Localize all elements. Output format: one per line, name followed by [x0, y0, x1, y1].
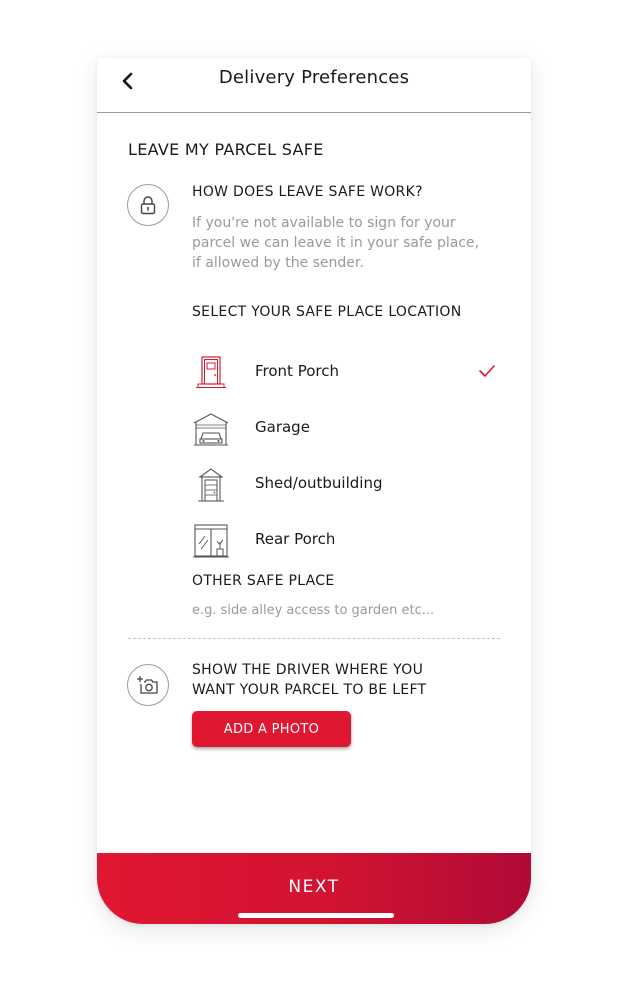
- add-photo-button[interactable]: ADD A PHOTO: [192, 711, 351, 747]
- phone-screen: Delivery Preferences LEAVE MY PARCEL SAF…: [97, 58, 531, 924]
- shed-icon: [198, 468, 224, 502]
- other-safe-place-input[interactable]: [192, 598, 502, 622]
- garage-icon: [193, 413, 229, 446]
- other-safe-place-heading: OTHER SAFE PLACE: [192, 573, 335, 589]
- location-label: Shed/outbuilding: [255, 474, 383, 492]
- location-option-rear-porch[interactable]: Rear Porch: [192, 520, 502, 560]
- lock-icon: [140, 196, 156, 215]
- add-photo-icon-circle: [127, 664, 169, 706]
- checkmark-icon: [479, 365, 495, 377]
- location-label: Garage: [255, 418, 310, 436]
- add-photo-icon: [137, 676, 158, 694]
- section-title: LEAVE MY PARCEL SAFE: [128, 140, 324, 159]
- location-label: Rear Porch: [255, 530, 336, 548]
- leave-safe-heading: HOW DOES LEAVE SAFE WORK?: [192, 184, 423, 200]
- location-option-garage[interactable]: Garage: [192, 408, 502, 448]
- select-location-heading: SELECT YOUR SAFE PLACE LOCATION: [192, 304, 462, 320]
- next-button[interactable]: NEXT: [97, 853, 531, 924]
- location-option-front-porch[interactable]: Front Porch: [192, 352, 502, 392]
- location-option-shed[interactable]: Shed/outbuilding: [192, 464, 502, 504]
- front-door-icon: [196, 356, 226, 388]
- lock-icon-circle: [127, 184, 169, 226]
- location-label: Front Porch: [255, 362, 339, 380]
- app-header: Delivery Preferences: [97, 58, 531, 113]
- page-title: Delivery Preferences: [218, 67, 410, 88]
- home-indicator: [238, 913, 394, 918]
- next-button-label: NEXT: [288, 877, 340, 897]
- photo-heading: SHOW THE DRIVER WHERE YOU WANT YOUR PARC…: [192, 662, 427, 698]
- rear-porch-icon: [193, 524, 229, 558]
- leave-safe-description: If you're not available to sign for your…: [192, 215, 480, 271]
- section-divider: [128, 638, 500, 639]
